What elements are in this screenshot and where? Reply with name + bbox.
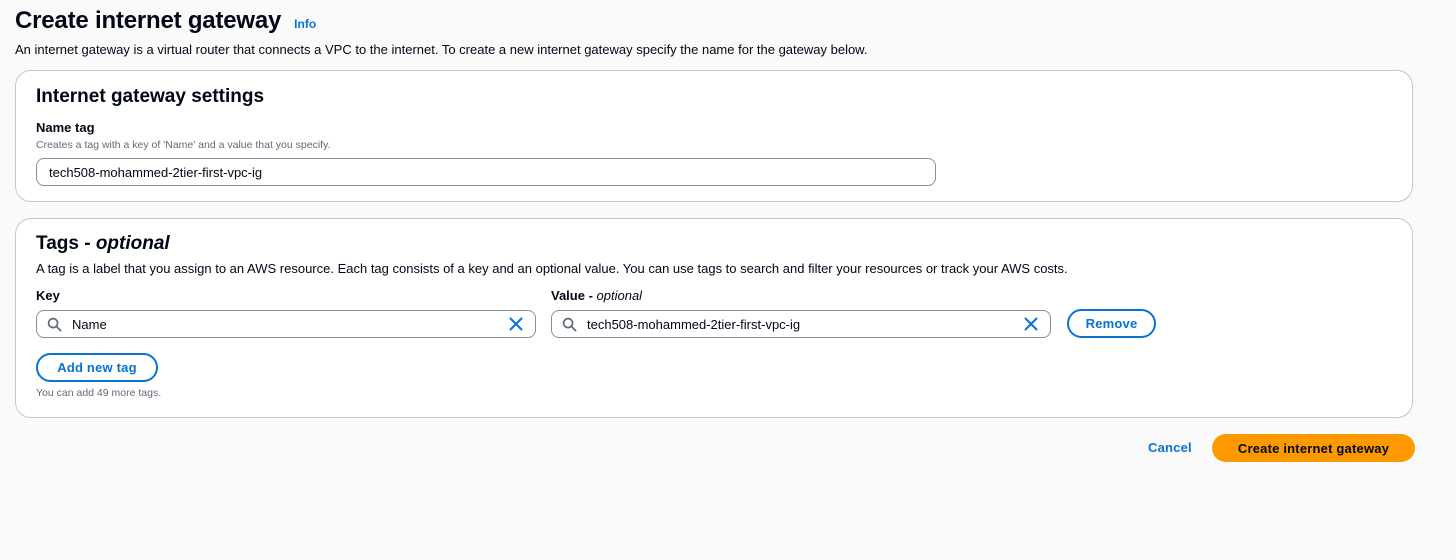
name-tag-hint: Creates a tag with a key of 'Name' and a… [36, 139, 331, 151]
create-internet-gateway-button[interactable]: Create internet gateway [1212, 434, 1415, 462]
search-icon [561, 316, 577, 332]
tag-value-input[interactable]: tech508-mohammed-2tier-first-vpc-ig [551, 310, 1051, 338]
page-description: An internet gateway is a virtual router … [15, 42, 868, 57]
name-tag-label: Name tag [36, 120, 95, 135]
remove-tag-button[interactable]: Remove [1067, 309, 1156, 338]
tags-title-optional: optional [95, 233, 170, 254]
title-row: Create internet gateway Info [15, 6, 1415, 36]
tags-panel-title: Tags - optional [36, 233, 170, 255]
tag-value-label-optional: optional [596, 288, 643, 303]
tag-value-label: Value - optional [551, 288, 642, 303]
tag-key-value: Name [72, 316, 107, 332]
tags-description: A tag is a label that you assign to an A… [36, 261, 1068, 276]
info-link[interactable]: Info [294, 17, 316, 31]
tags-panel: Tags - optional A tag is a label that yo… [15, 218, 1413, 418]
settings-panel-title: Internet gateway settings [36, 86, 265, 107]
add-new-tag-button[interactable]: Add new tag [36, 353, 158, 382]
tag-value-label-text: Value - [551, 288, 597, 303]
close-icon[interactable] [1022, 315, 1040, 333]
search-icon [46, 316, 62, 332]
page-header: Create internet gateway Info An internet… [15, 6, 1415, 57]
name-tag-input[interactable] [36, 158, 936, 186]
page-title: Create internet gateway [15, 7, 282, 34]
tag-value-value: tech508-mohammed-2tier-first-vpc-ig [587, 316, 801, 332]
settings-panel: Internet gateway settings Name tag Creat… [15, 70, 1413, 202]
tags-remaining-note: You can add 49 more tags. [36, 387, 162, 399]
tag-key-input[interactable]: Name [36, 310, 536, 338]
tag-key-label: Key [36, 288, 60, 303]
close-icon[interactable] [507, 315, 525, 333]
tags-title-text: Tags - [36, 233, 96, 254]
cancel-button[interactable]: Cancel [1148, 440, 1192, 455]
